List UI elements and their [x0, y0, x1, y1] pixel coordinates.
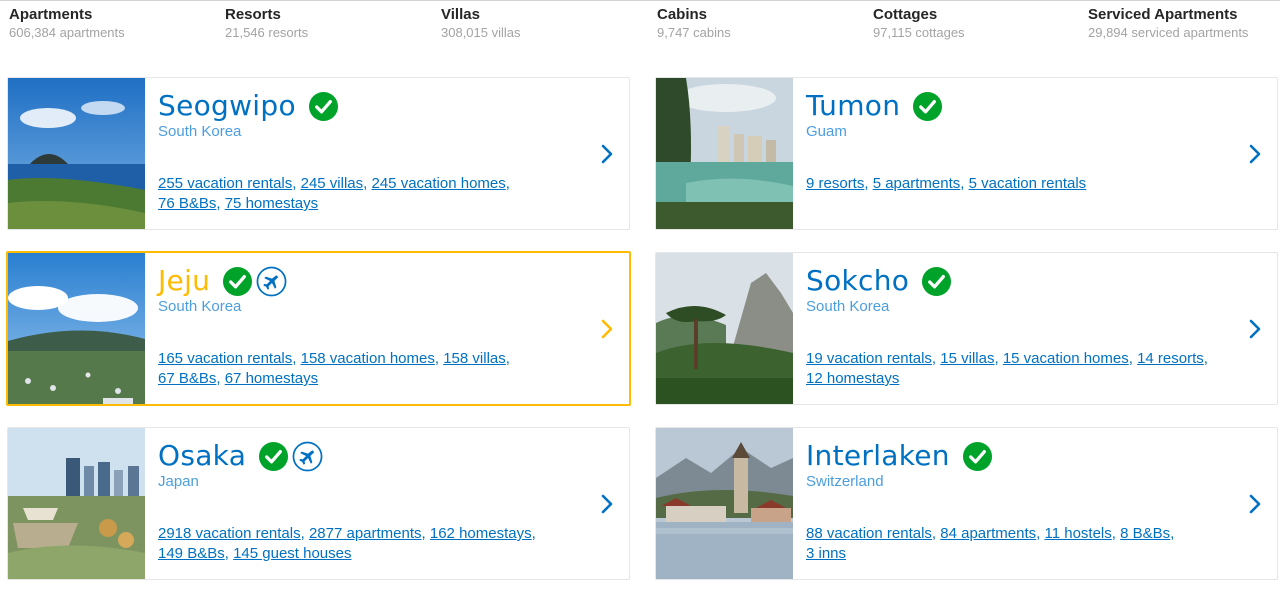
- rental-link[interactable]: 245 vacation homes: [372, 175, 506, 192]
- rental-link[interactable]: 245 villas: [301, 175, 364, 192]
- check-icon: [913, 91, 943, 121]
- check-icon: [259, 441, 289, 471]
- rental-link[interactable]: 15 villas: [940, 350, 994, 367]
- rental-links: 19 vacation rentals, 15 villas, 15 vacat…: [806, 350, 1208, 387]
- country-name: Switzerland: [806, 473, 884, 490]
- destination-card-seogwipo[interactable]: Seogwipo South Korea 255 vacation rental…: [7, 77, 630, 230]
- chevron-right-icon[interactable]: [1248, 142, 1262, 166]
- property-type-count: 29,894 serviced apartments: [1088, 25, 1249, 40]
- rental-link[interactable]: 255 vacation rentals: [158, 175, 292, 192]
- rental-link[interactable]: 5 apartments: [873, 175, 961, 192]
- property-type-villas[interactable]: Villas 308,015 villas: [441, 6, 521, 41]
- destination-card-sokcho[interactable]: Sokcho South Korea 19 vacation rentals, …: [655, 252, 1278, 405]
- rental-link[interactable]: 5 vacation rentals: [969, 175, 1087, 192]
- chevron-right-icon[interactable]: [1248, 317, 1262, 341]
- top-divider: [0, 0, 1280, 1]
- city-name: Sokcho: [806, 264, 910, 297]
- destination-card-tumon[interactable]: Tumon Guam 9 resorts, 5 apartments, 5 va…: [655, 77, 1278, 230]
- destination-card-jeju[interactable]: Jeju South Korea 165 vacation rentals, 1…: [6, 251, 631, 406]
- destination-photo: [656, 428, 793, 579]
- property-type-count: 308,015 villas: [441, 25, 521, 40]
- rental-links: 9 resorts, 5 apartments, 5 vacation rent…: [806, 175, 1087, 192]
- rental-links: 165 vacation rentals, 158 vacation homes…: [158, 350, 510, 387]
- rental-link[interactable]: 158 vacation homes: [301, 350, 435, 367]
- property-type-resorts[interactable]: Resorts 21,546 resorts: [225, 6, 308, 41]
- country-name: Japan: [158, 473, 199, 490]
- rental-link[interactable]: 149 B&Bs: [158, 545, 225, 562]
- rental-link[interactable]: 3 inns: [806, 545, 846, 562]
- rental-link[interactable]: 8 B&Bs: [1120, 525, 1170, 542]
- city-name: Tumon: [806, 89, 901, 122]
- country-name: South Korea: [806, 298, 890, 315]
- chevron-right-icon[interactable]: [600, 317, 614, 341]
- rental-link[interactable]: 9 resorts: [806, 175, 864, 192]
- rental-links: 255 vacation rentals, 245 villas, 245 va…: [158, 175, 510, 212]
- country-name: South Korea: [158, 298, 242, 315]
- property-type-cabins[interactable]: Cabins 9,747 cabins: [657, 6, 731, 41]
- city-name: Osaka: [158, 439, 247, 472]
- rental-link[interactable]: 158 villas: [443, 350, 506, 367]
- rental-link[interactable]: 14 resorts: [1137, 350, 1204, 367]
- destination-card-interlaken[interactable]: Interlaken Switzerland 88 vacation renta…: [655, 427, 1278, 580]
- rental-links: 88 vacation rentals, 84 apartments, 11 h…: [806, 525, 1175, 562]
- rental-link[interactable]: 2918 vacation rentals: [158, 525, 301, 542]
- destination-photo: [656, 78, 793, 229]
- rental-link[interactable]: 75 homestays: [225, 195, 318, 212]
- rental-link[interactable]: 11 hostels: [1045, 525, 1112, 542]
- property-type-serviced-apartments[interactable]: Serviced Apartments 29,894 serviced apar…: [1088, 6, 1248, 41]
- destination-photo: [656, 253, 793, 404]
- property-type-name: Apartments: [9, 6, 93, 23]
- rental-link[interactable]: 67 B&Bs: [158, 370, 216, 387]
- check-icon: [922, 266, 952, 296]
- destination-card-osaka[interactable]: Osaka Japan 2918 vacation rentals, 2877 …: [7, 427, 630, 580]
- rental-link[interactable]: 2877 apartments: [309, 525, 422, 542]
- check-icon: [223, 266, 253, 296]
- rental-link[interactable]: 165 vacation rentals: [158, 350, 292, 367]
- chevron-right-icon[interactable]: [1248, 492, 1262, 516]
- property-type-name: Serviced Apartments: [1088, 6, 1238, 23]
- airplane-icon: [256, 266, 287, 296]
- property-type-cottages[interactable]: Cottages 97,115 cottages: [873, 6, 965, 41]
- destination-photo: [8, 253, 145, 404]
- property-type-count: 21,546 resorts: [225, 25, 309, 40]
- property-type-name: Resorts: [225, 6, 281, 23]
- destination-photo: [8, 78, 145, 229]
- property-type-name: Villas: [441, 6, 480, 23]
- airplane-icon: [292, 441, 323, 471]
- rental-link[interactable]: 88 vacation rentals: [806, 525, 932, 542]
- property-type-count: 606,384 apartments: [9, 25, 125, 40]
- country-name: South Korea: [158, 123, 242, 140]
- property-type-name: Cottages: [873, 6, 938, 23]
- property-type-name: Cabins: [657, 6, 708, 23]
- rental-link[interactable]: 19 vacation rentals: [806, 350, 932, 367]
- check-icon: [308, 91, 338, 121]
- city-name: Interlaken: [806, 439, 950, 472]
- country-name: Guam: [806, 123, 847, 140]
- destination-photo: [8, 428, 145, 579]
- chevron-right-icon[interactable]: [600, 142, 614, 166]
- rental-link[interactable]: 67 homestays: [225, 370, 318, 387]
- rental-link[interactable]: 162 homestays: [430, 525, 532, 542]
- property-type-apartments[interactable]: Apartments 606,384 apartments: [9, 6, 125, 41]
- property-type-bar: Apartments 606,384 apartments Resorts 21…: [0, 2, 1280, 50]
- rental-link[interactable]: 145 guest houses: [233, 545, 351, 562]
- rental-link[interactable]: 84 apartments: [940, 525, 1036, 542]
- property-type-count: 9,747 cabins: [657, 25, 731, 40]
- city-name: Jeju: [158, 264, 211, 297]
- rental-links: 2918 vacation rentals, 2877 apartments, …: [158, 525, 536, 562]
- rental-link[interactable]: 15 vacation homes: [1003, 350, 1129, 367]
- check-icon: [962, 441, 992, 471]
- city-name: Seogwipo: [158, 89, 296, 122]
- rental-link[interactable]: 76 B&Bs: [158, 195, 216, 212]
- property-type-count: 97,115 cottages: [873, 25, 965, 40]
- chevron-right-icon[interactable]: [600, 492, 614, 516]
- rental-link[interactable]: 12 homestays: [806, 370, 899, 387]
